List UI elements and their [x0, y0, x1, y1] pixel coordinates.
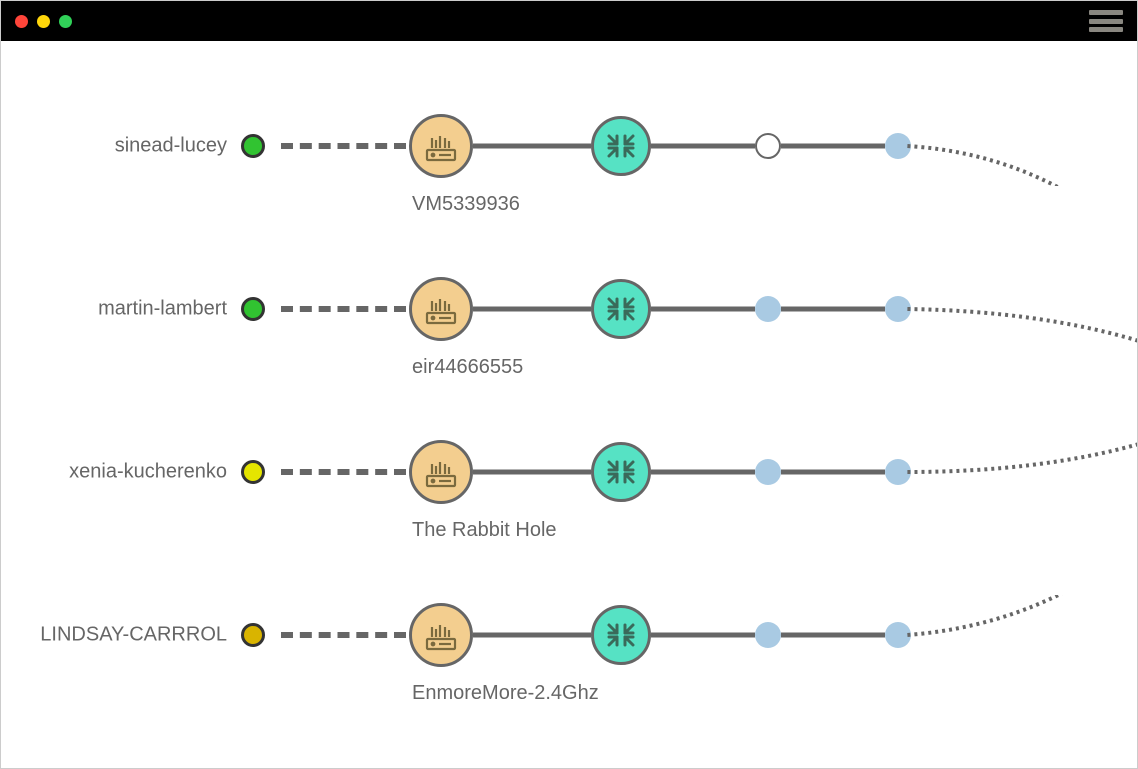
hop-dot[interactable]	[755, 459, 781, 485]
network-row: sinead-lucey VM5339936	[1, 106, 1137, 186]
network-row: LINDSAY-CARRROL EnmoreMore-2.4Ghz	[1, 595, 1137, 675]
status-indicator[interactable]	[241, 460, 265, 484]
router-label: VM5339936	[412, 193, 470, 216]
connection-segment	[651, 633, 755, 638]
router-icon	[423, 617, 459, 653]
connection-segment	[651, 307, 755, 312]
network-row: xenia-kucherenko The Rabbit Hole	[1, 432, 1137, 512]
router-icon	[423, 128, 459, 164]
connection-segment	[473, 307, 591, 312]
minimize-window-button[interactable]	[37, 15, 50, 28]
menu-button[interactable]	[1089, 10, 1123, 32]
connection-dashed	[281, 632, 406, 638]
collapse-arrows-icon	[603, 291, 639, 327]
status-indicator[interactable]	[241, 297, 265, 321]
router-node[interactable]: VM5339936	[409, 114, 473, 178]
connection-dashed	[281, 306, 406, 312]
collapse-arrows-icon	[603, 454, 639, 490]
host-label: martin-lambert	[98, 298, 227, 321]
close-window-button[interactable]	[15, 15, 28, 28]
hop-node[interactable]	[591, 605, 651, 665]
hop-dot[interactable]	[755, 133, 781, 159]
router-node[interactable]: eir44666555	[409, 277, 473, 341]
hop-dot[interactable]	[885, 296, 911, 322]
connection-segment	[473, 633, 591, 638]
zoom-window-button[interactable]	[59, 15, 72, 28]
network-diagram: sinead-lucey VM5339936	[1, 41, 1137, 768]
status-indicator[interactable]	[241, 134, 265, 158]
connection-segment	[651, 144, 755, 149]
connection-segment	[781, 144, 885, 149]
router-node[interactable]: EnmoreMore-2.4Ghz	[409, 603, 473, 667]
router-icon	[423, 454, 459, 490]
hop-dot[interactable]	[885, 133, 911, 159]
connection-segment	[781, 470, 885, 475]
hop-node[interactable]	[591, 279, 651, 339]
network-row: martin-lambert eir44666555	[1, 269, 1137, 349]
hop-node[interactable]	[591, 442, 651, 502]
host-label: LINDSAY-CARRROL	[40, 624, 227, 647]
hop-dot[interactable]	[885, 622, 911, 648]
hop-dot[interactable]	[885, 459, 911, 485]
host-label: xenia-kucherenko	[69, 461, 227, 484]
router-label: EnmoreMore-2.4Ghz	[412, 682, 470, 705]
connection-segment	[473, 144, 591, 149]
router-node[interactable]: The Rabbit Hole	[409, 440, 473, 504]
hop-dot[interactable]	[755, 622, 781, 648]
app-window: sinead-lucey VM5339936	[0, 0, 1138, 769]
router-label: eir44666555	[412, 356, 470, 379]
connection-segment	[781, 307, 885, 312]
connection-dashed	[281, 143, 406, 149]
hop-node[interactable]	[591, 116, 651, 176]
host-label: sinead-lucey	[115, 135, 227, 158]
connection-segment	[651, 470, 755, 475]
connection-dashed	[281, 469, 406, 475]
connection-segment	[781, 633, 885, 638]
router-label: The Rabbit Hole	[412, 519, 470, 542]
collapse-arrows-icon	[603, 128, 639, 164]
collapse-arrows-icon	[603, 617, 639, 653]
router-icon	[423, 291, 459, 327]
title-bar	[1, 1, 1137, 41]
connection-segment	[473, 470, 591, 475]
hop-dot[interactable]	[755, 296, 781, 322]
status-indicator[interactable]	[241, 623, 265, 647]
traffic-lights	[15, 15, 72, 28]
